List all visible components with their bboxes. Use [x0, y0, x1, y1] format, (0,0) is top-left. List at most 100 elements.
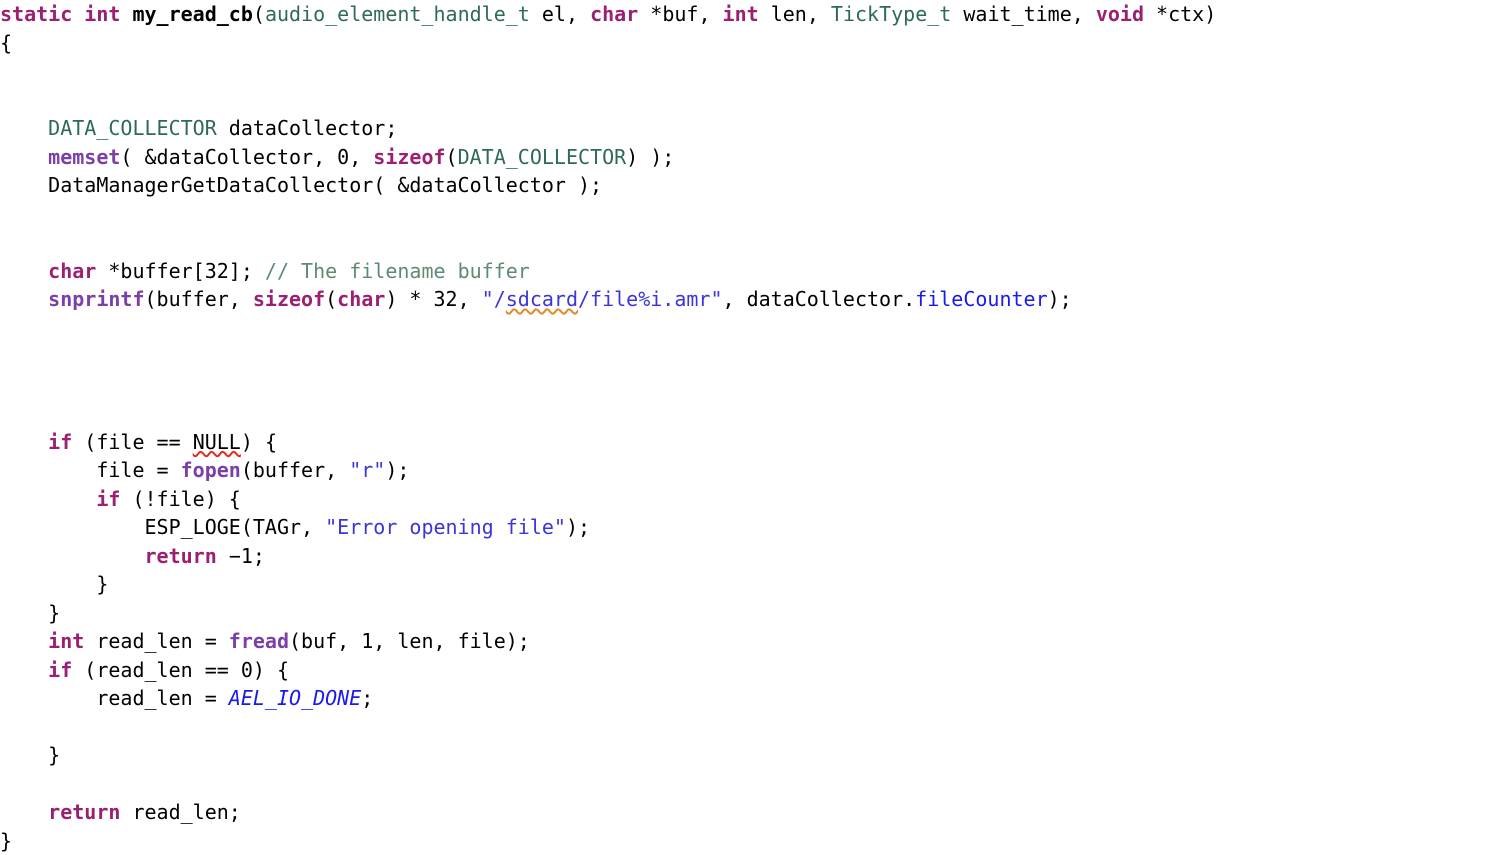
code-token: DATA_COLLECTOR	[458, 145, 627, 169]
code-token	[0, 287, 48, 311]
code-token: file =	[0, 458, 181, 482]
code-token: int	[84, 2, 120, 26]
code-token: }	[0, 601, 60, 625]
code-token: AEL_IO_DONE	[229, 686, 361, 710]
code-token: if	[48, 658, 72, 682]
code-line[interactable]	[0, 770, 1502, 799]
code-token: fileCounter	[915, 287, 1047, 311]
code-token: (file ==	[72, 430, 192, 454]
code-line[interactable]	[0, 86, 1502, 115]
code-editor-content[interactable]: static int my_read_cb ( audio_element_hand…	[0, 0, 1502, 855]
code-token: wait_time,	[951, 2, 1096, 26]
code-token: *ctx)	[1144, 2, 1216, 26]
code-token: }	[0, 743, 60, 767]
code-line[interactable]	[0, 228, 1502, 257]
code-line[interactable]: char *buffer[32]; // The filename buffer	[0, 257, 1502, 286]
code-token: return	[145, 544, 217, 568]
code-line[interactable]: read_len = AEL_IO_DONE;	[0, 684, 1502, 713]
code-token: fread	[229, 629, 289, 653]
code-line[interactable]: }	[0, 599, 1502, 628]
code-token	[0, 544, 145, 568]
code-token: el,	[530, 2, 590, 26]
code-line[interactable]: return read_len;	[0, 798, 1502, 827]
code-token: read_len =	[84, 629, 229, 653]
code-line[interactable]	[0, 371, 1502, 400]
code-token: // The filename buffer	[265, 259, 530, 283]
code-token: return	[48, 800, 120, 824]
code-token: DataManagerGetDataCollector( &dataCollec…	[0, 173, 602, 197]
code-token: ;	[361, 686, 373, 710]
code-line[interactable]: DATA_COLLECTOR dataCollector;	[0, 114, 1502, 143]
code-token: len,	[759, 2, 831, 26]
code-token: {	[0, 31, 12, 55]
code-line[interactable]	[0, 399, 1502, 428]
code-token: (	[325, 287, 337, 311]
code-token: ) );	[626, 145, 674, 169]
code-line[interactable]: }	[0, 570, 1502, 599]
code-token: void	[1096, 2, 1144, 26]
code-token: if	[48, 430, 72, 454]
code-token: audio_element_handle_t	[265, 2, 530, 26]
code-token: (buf, 1, len, file);	[289, 629, 530, 653]
code-token: );	[385, 458, 409, 482]
code-token: snprintf	[48, 287, 144, 311]
code-token: TickType_t	[831, 2, 951, 26]
code-token	[0, 629, 48, 653]
code-line[interactable]: if (read_len == 0) {	[0, 656, 1502, 685]
code-line[interactable]: int read_len = fread(buf, 1, len, file);	[0, 627, 1502, 656]
code-token: read_len;	[120, 800, 240, 824]
code-token: "/	[482, 287, 506, 311]
code-token: ) {	[241, 430, 277, 454]
code-token: *buf,	[638, 2, 722, 26]
code-token: int	[723, 2, 759, 26]
code-line[interactable]: }	[0, 741, 1502, 770]
code-token: DATA_COLLECTOR	[48, 116, 217, 140]
code-token	[0, 487, 96, 511]
code-line[interactable]: }	[0, 827, 1502, 855]
code-line[interactable]	[0, 342, 1502, 371]
code-line[interactable]	[0, 314, 1502, 343]
code-token: /file%i.amr"	[578, 287, 723, 311]
code-line[interactable]: if (file == NULL) {	[0, 428, 1502, 457]
code-line[interactable]: ESP_LOGE(TAGr, "Error opening file");	[0, 513, 1502, 542]
code-token: (buffer,	[145, 287, 253, 311]
code-token: static	[0, 2, 72, 26]
code-token-spellcheck: NULL	[193, 430, 241, 454]
code-line[interactable]: {	[0, 29, 1502, 58]
code-line[interactable]: static int my_read_cb(audio_element_hand…	[0, 0, 1502, 29]
code-token: );	[566, 515, 590, 539]
code-token: my_read_cb	[132, 2, 252, 26]
code-token: (buffer,	[241, 458, 349, 482]
code-token: , dataCollector.	[723, 287, 916, 311]
code-token: char	[590, 2, 638, 26]
code-token: char	[337, 287, 385, 311]
code-token	[72, 2, 84, 26]
code-line[interactable]	[0, 200, 1502, 229]
code-token: −1;	[217, 544, 265, 568]
code-token: *buffer[32];	[96, 259, 265, 283]
code-line[interactable]	[0, 713, 1502, 742]
code-token: ESP_LOGE(TAGr,	[0, 515, 325, 539]
code-token: dataCollector;	[217, 116, 398, 140]
code-token	[0, 430, 48, 454]
code-token: int	[48, 629, 84, 653]
code-line[interactable]: DataManagerGetDataCollector( &dataCollec…	[0, 171, 1502, 200]
code-token-spellcheck: sdcard	[506, 287, 578, 311]
code-token: if	[96, 487, 120, 511]
code-token: (!file) {	[120, 487, 240, 511]
code-line[interactable]: snprintf(buffer, sizeof(char) * 32, "/sd…	[0, 285, 1502, 314]
code-token	[120, 2, 132, 26]
code-line[interactable]: if (!file) {	[0, 485, 1502, 514]
code-token: );	[1048, 287, 1072, 311]
code-token	[0, 800, 48, 824]
code-line[interactable]: memset( &dataCollector, 0, sizeof(DATA_C…	[0, 143, 1502, 172]
code-token: read_len =	[0, 686, 229, 710]
code-token: (	[446, 145, 458, 169]
code-line[interactable]: file = fopen(buffer, "r");	[0, 456, 1502, 485]
code-token: ) * 32,	[385, 287, 481, 311]
code-line[interactable]	[0, 57, 1502, 86]
code-token	[0, 658, 48, 682]
code-line[interactable]: return −1;	[0, 542, 1502, 571]
code-token	[0, 259, 48, 283]
code-token: "Error opening file"	[325, 515, 566, 539]
